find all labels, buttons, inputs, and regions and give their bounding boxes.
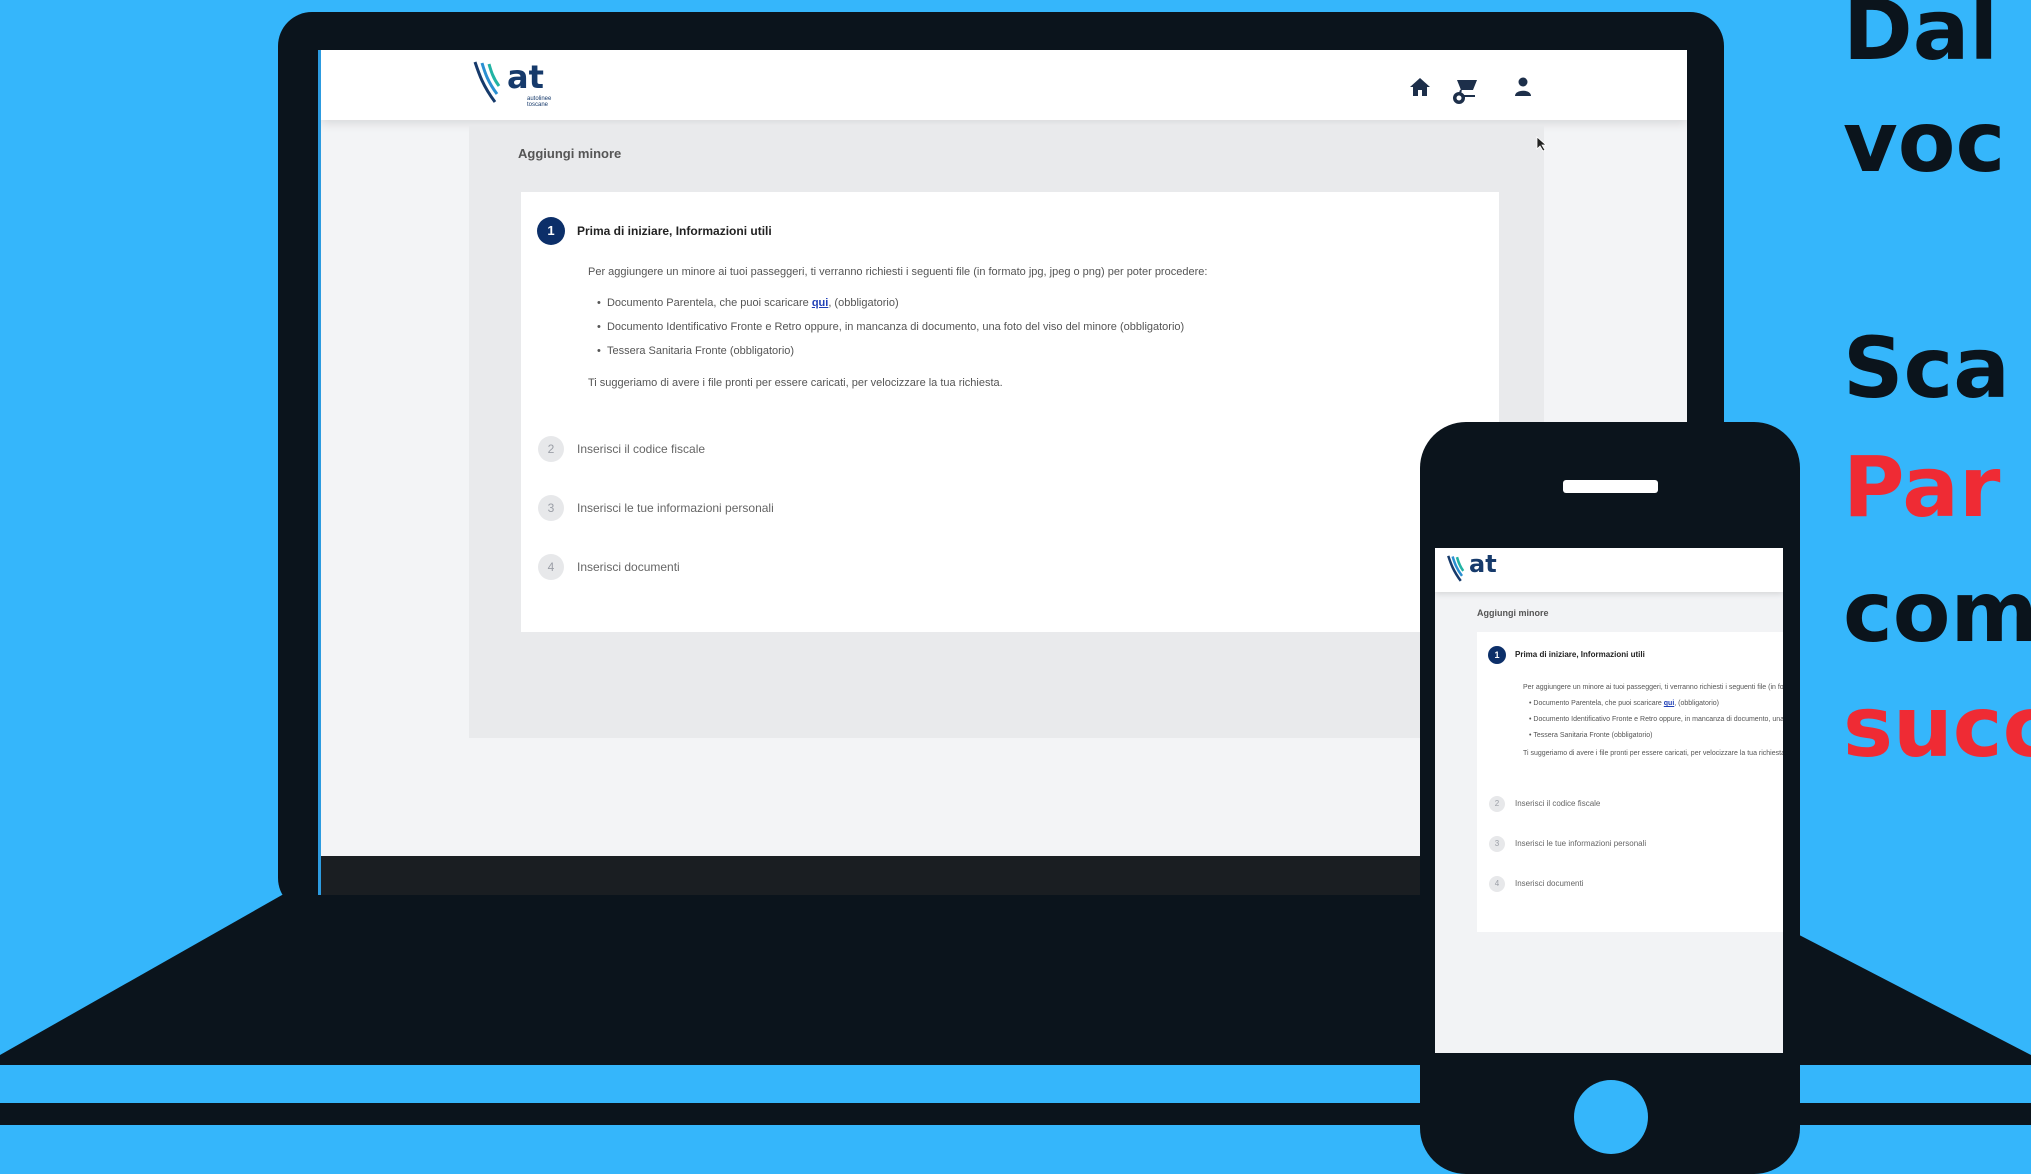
caption-line-2: voc	[1843, 93, 2006, 191]
phone-speaker	[1563, 480, 1658, 493]
phone-bullet2-text: Documento Identificativo Fronte e Retro …	[1533, 716, 1783, 723]
cart-icon[interactable]	[1451, 76, 1481, 106]
phone-list-item-parentela: • Documento Parentela, che puoi scaricar…	[1529, 700, 1719, 707]
intro-text: Per aggiungere un minore ai tuoi passegg…	[588, 266, 1208, 278]
bullet1-text: Documento Parentela, che puoi scaricare	[606, 297, 812, 309]
phone-screen: at Aggiungi minore 1 Prima di iniziare, …	[1435, 548, 1783, 1053]
phone-bullet1-suffix: , (obbligatorio)	[1674, 700, 1720, 707]
suggestion-text: Ti suggeriamo di avere i file pronti per…	[588, 377, 1003, 389]
logo[interactable]: at autolinee toscane	[473, 58, 551, 108]
home-icon[interactable]	[1409, 77, 1431, 97]
logo-text: at	[507, 58, 544, 96]
step-1-title[interactable]: Prima di iniziare, Informazioni utili	[577, 224, 772, 238]
caption-line-1: Dal	[1843, 0, 1999, 79]
phone-intro-text: Per aggiungere un minore ai tuoi passegg…	[1523, 684, 1783, 691]
bullet2-text: Documento Identificativo Fronte e Retro …	[606, 321, 1185, 333]
phone-home-button[interactable]	[1574, 1080, 1648, 1154]
logo-waves-icon	[473, 61, 501, 103]
phone-header: at	[1435, 548, 1783, 592]
phone-page-title: Aggiungi minore	[1477, 608, 1549, 618]
phone-step-4-title[interactable]: Inserisci documenti	[1515, 879, 1583, 888]
phone-suggestion-text: Ti suggeriamo di avere i file pronti per…	[1523, 750, 1783, 757]
phone-bullet1-text: Documento Parentela, che puoi scaricare	[1533, 700, 1664, 707]
step-4-circle: 4	[538, 554, 564, 580]
caption-line-4: Par	[1843, 438, 2001, 536]
bullet-icon: •	[597, 297, 607, 309]
step-3-circle: 3	[538, 495, 564, 521]
phone-step-1-circle: 1	[1488, 646, 1506, 664]
phone-list-item-documento: • Documento Identificativo Fronte e Retr…	[1529, 716, 1783, 723]
phone-download-link[interactable]: qui	[1664, 700, 1675, 707]
page-title: Aggiungi minore	[518, 146, 622, 161]
step-3-title[interactable]: Inserisci le tue informazioni personali	[577, 501, 774, 515]
phone-step-2-title[interactable]: Inserisci il codice fiscale	[1515, 799, 1600, 808]
caption-line-6: succ	[1843, 678, 2031, 776]
mouse-cursor-icon	[1536, 136, 1548, 152]
list-item-parentela: • Documento Parentela, che puoi scaricar…	[597, 297, 899, 309]
download-link[interactable]: qui	[812, 297, 829, 309]
caption-line-5: com	[1843, 563, 2031, 661]
list-item-documento: • Documento Identificativo Fronte e Retr…	[597, 321, 1184, 333]
logo-subtext: autolinee toscane	[527, 96, 552, 108]
bullet-icon: •	[597, 345, 607, 357]
step-2-circle: 2	[538, 436, 564, 462]
user-icon[interactable]	[1513, 77, 1533, 97]
phone-list-item-tessera: • Tessera Sanitaria Fronte (obbligatorio…	[1529, 732, 1652, 739]
phone-step-3-title[interactable]: Inserisci le tue informazioni personali	[1515, 839, 1646, 848]
phone-step-3-circle: 3	[1489, 836, 1505, 852]
phone-logo-text[interactable]: at	[1469, 550, 1497, 578]
step-2-title[interactable]: Inserisci il codice fiscale	[577, 442, 705, 456]
phone-bullet3-text: Tessera Sanitaria Fronte (obbligatorio)	[1533, 732, 1653, 739]
list-item-tessera: • Tessera Sanitaria Fronte (obbligatorio…	[597, 345, 794, 357]
steps-card: 1 Prima di iniziare, Informazioni utili …	[521, 192, 1499, 632]
phone-step-2-circle: 2	[1489, 796, 1505, 812]
bullet1-suffix: , (obbligatorio)	[828, 297, 899, 309]
bullet3-text: Tessera Sanitaria Fronte (obbligatorio)	[606, 345, 795, 357]
site-header: at autolinee toscane	[321, 50, 1687, 120]
bullet-icon: •	[597, 321, 607, 333]
phone-step-4-circle: 4	[1489, 876, 1505, 892]
step-1-circle: 1	[537, 217, 565, 245]
caption-line-3: Sca	[1843, 319, 2010, 417]
phone-steps-card: 1 Prima di iniziare, Informazioni utili …	[1477, 632, 1783, 932]
phone-step-1-title[interactable]: Prima di iniziare, Informazioni utili	[1515, 650, 1645, 659]
caption-area: Dal voc Sca Par com succ	[1843, 0, 2031, 1174]
phone-logo-waves-icon	[1447, 555, 1465, 582]
step-4-title[interactable]: Inserisci documenti	[577, 560, 680, 574]
